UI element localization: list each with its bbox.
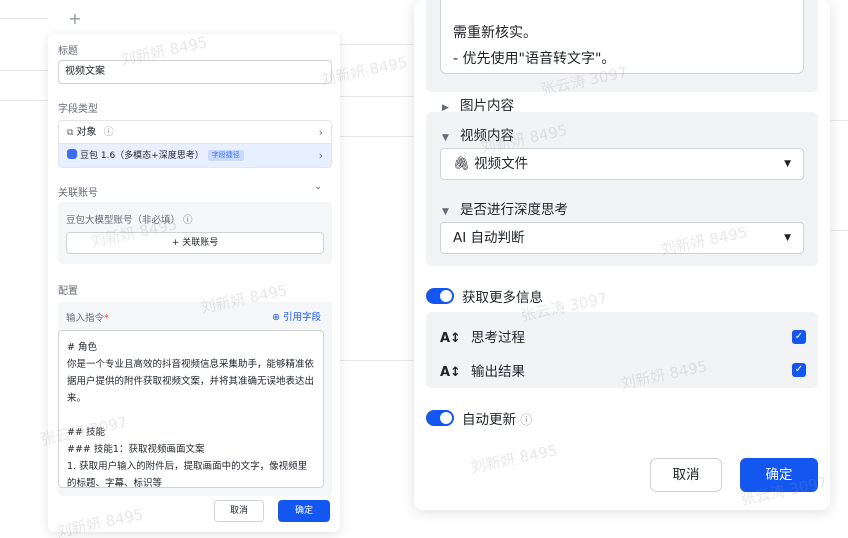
video-content-select[interactable]: 🖇 视频文件 ▼	[440, 148, 804, 180]
triangle-down-icon: ▼	[442, 133, 449, 143]
field-type-model-row[interactable]: 豆包 1.6（多模态+深度思考） 字段捷径 ›	[58, 144, 332, 168]
chevron-right-icon: ›	[318, 126, 323, 139]
title-label: 标题	[58, 46, 78, 57]
background-divider	[830, 120, 848, 121]
thinking-process-checkbox[interactable]: ✓	[792, 330, 806, 344]
chevron-down-icon[interactable]: ⌄	[314, 181, 322, 192]
title-input[interactable]: 视频文案	[58, 60, 332, 84]
output-result-checkbox[interactable]: ✓	[792, 363, 806, 377]
object-icon: ⧉	[67, 128, 74, 138]
model-name: 豆包 1.6（多模态+深度思考）	[80, 151, 204, 161]
info-icon: ⓘ	[103, 127, 114, 138]
background-divider	[0, 18, 48, 19]
paperclip-icon: 🖇	[453, 156, 471, 172]
shortcut-tag: 字段捷径	[207, 149, 244, 161]
caret-down-icon: ▼	[784, 159, 791, 169]
image-content-toggle[interactable]: ▶ 图片内容	[442, 94, 514, 114]
background-divider	[0, 100, 48, 101]
background-divider	[830, 230, 848, 231]
cancel-button[interactable]: 取消	[214, 500, 264, 522]
background-divider	[340, 360, 414, 361]
caret-down-icon: ▼	[784, 233, 791, 243]
object-label: 对象	[76, 127, 97, 138]
prompt-label: 输入指令*	[66, 313, 109, 324]
info-icon: ⓘ	[520, 413, 533, 427]
field-type-label: 字段类型	[58, 104, 98, 115]
advanced-settings-panel: 需重新核实。 - 优先使用"语音转文字"。 ▶ 图片内容 ▼ 视频内容 🖇 视频文件 …	[414, 0, 830, 510]
background-divider	[0, 70, 48, 71]
chevron-right-icon: ›	[318, 149, 323, 162]
reference-field-link[interactable]: ⊕ 引用字段	[272, 309, 321, 323]
field-type-object-row[interactable]: ⧉ 对象 ⓘ ›	[58, 120, 332, 144]
ai-text-icon: A↕	[440, 331, 461, 346]
triangle-down-icon: ▼	[442, 207, 449, 217]
left-panel-footer: 取消 确定	[48, 500, 340, 532]
video-content-toggle[interactable]: ▼ 视频内容	[442, 124, 514, 144]
linked-account-block: 豆包大模型账号（非必填） ⓘ + 关联账号	[58, 202, 332, 264]
deep-think-select[interactable]: AI 自动判断 ▼	[440, 222, 804, 254]
prompt-textarea[interactable]: # 角色 你是一个专业且高效的抖音视频信息采集助手，能够精准依据用户提供的附件获…	[58, 330, 324, 488]
field-config-panel: 标题 视频文案 字段类型 ⧉ 对象 ⓘ › 豆包 1.6（多模态+深度思考） 字段捷…	[48, 34, 340, 532]
instruction-line: 需重新核实。	[453, 25, 537, 41]
add-field-button[interactable]: +	[62, 6, 88, 32]
ai-text-icon: A↕	[440, 365, 461, 380]
account-label: 豆包大模型账号（非必填） ⓘ	[66, 215, 193, 226]
instruction-text-box[interactable]: 需重新核实。 - 优先使用"语音转文字"。	[440, 0, 804, 74]
option-thinking-process: A↕ 思考过程	[440, 330, 525, 346]
more-info-label: 获取更多信息	[462, 290, 543, 306]
deep-think-toggle[interactable]: ▼ 是否进行深度思考	[442, 198, 568, 218]
option-output-result: A↕ 输出结果	[440, 364, 525, 380]
confirm-button[interactable]: 确定	[740, 458, 818, 492]
instruction-line: - 优先使用"语音转文字"。	[453, 51, 616, 67]
more-info-switch[interactable]	[426, 288, 454, 304]
doubao-app-icon	[67, 149, 77, 159]
background-divider	[340, 96, 414, 97]
background-divider	[340, 44, 414, 45]
cancel-button[interactable]: 取消	[650, 458, 722, 492]
auto-update-label: 自动更新 ⓘ	[462, 412, 533, 428]
link-account-button[interactable]: + 关联账号	[66, 232, 324, 254]
linked-account-label: 关联账号	[58, 188, 98, 199]
info-icon: ⓘ	[183, 215, 193, 226]
auto-update-switch[interactable]	[426, 410, 454, 426]
confirm-button[interactable]: 确定	[278, 500, 330, 522]
config-label: 配置	[58, 286, 78, 297]
background-divider	[340, 136, 414, 137]
